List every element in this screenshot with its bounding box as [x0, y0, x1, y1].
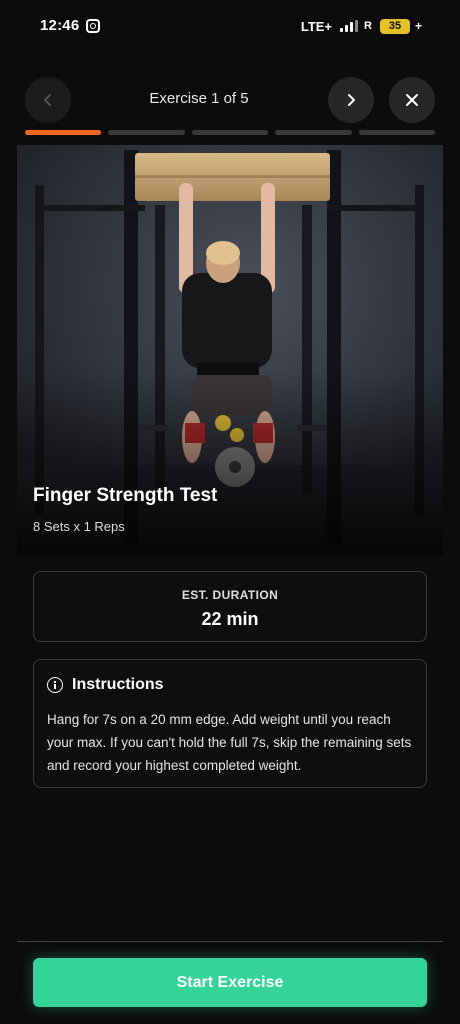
signal-icon [340, 20, 359, 32]
chevron-left-icon [44, 94, 51, 106]
chevron-right-icon [348, 94, 355, 106]
status-bar: 12:46 LTE+ R 35 + [0, 0, 460, 52]
footer-divider [17, 941, 443, 942]
close-button[interactable] [389, 77, 435, 123]
progress-segment-4 [275, 130, 352, 135]
progress-segment-5 [358, 130, 436, 135]
instructions-text: Hang for 7s on a 20 mm edge. Add weight … [47, 712, 412, 773]
next-exercise-button[interactable] [328, 77, 374, 123]
duration-card: EST. DURATION 22 min [33, 571, 427, 642]
battery-charging-indicator: + [414, 19, 422, 33]
progress-segment-2 [108, 130, 185, 135]
exercise-title: Finger Strength Test [33, 485, 218, 506]
duration-value: 22 min [201, 609, 259, 629]
start-exercise-label: Start Exercise [176, 973, 284, 991]
info-icon [47, 677, 63, 693]
duration-label: EST. DURATION [181, 588, 279, 602]
instructions-card: Instructions Hang for 7s on a 20 mm edge… [33, 659, 427, 788]
start-exercise-button[interactable]: Start Exercise [33, 958, 427, 1007]
battery-level: 35 [388, 20, 402, 32]
roaming-indicator: R [364, 20, 372, 32]
previous-exercise-button[interactable] [25, 77, 71, 123]
instructions-header: Instructions [47, 676, 164, 694]
instructions-title: Instructions [72, 676, 164, 693]
exercise-screen: 12:46 LTE+ R 35 + Exercise 1 of 5 Finger… [0, 0, 460, 1024]
exercise-progress-bar [25, 130, 436, 135]
exercise-hero-image: Finger Strength Test 8 Sets x 1 Reps [17, 145, 443, 555]
instagram-icon [86, 19, 100, 33]
exercise-sets-reps: 8 Sets x 1 Reps [33, 519, 125, 534]
progress-segment-1 [25, 130, 102, 135]
battery-icon: 35 [379, 18, 410, 34]
exercise-counter: Exercise 1 of 5 [149, 90, 249, 107]
network-type: LTE+ [300, 18, 333, 34]
progress-segment-3 [191, 130, 269, 135]
close-icon [406, 94, 418, 106]
status-time: 12:46 [40, 17, 80, 34]
status-indicators: LTE+ R 35 + [301, 16, 422, 36]
